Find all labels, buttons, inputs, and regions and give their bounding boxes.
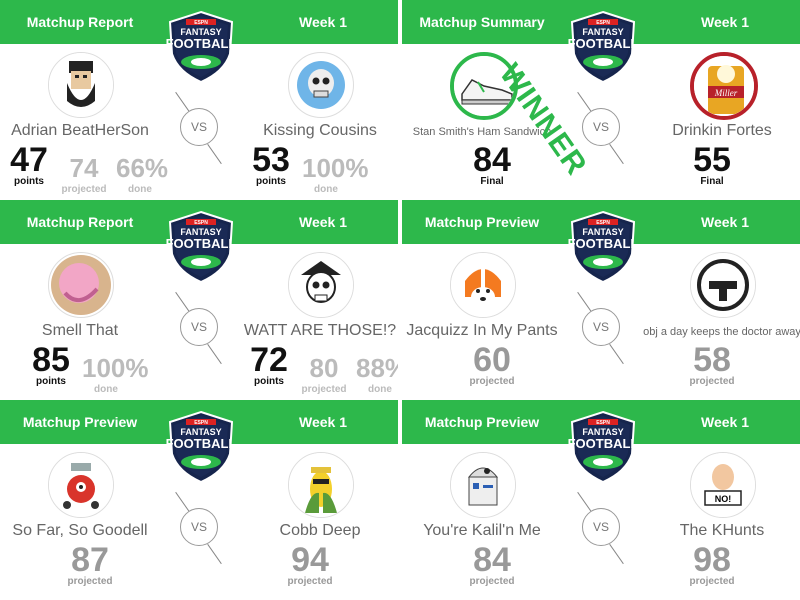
vs-badge: VS — [582, 308, 620, 346]
vs-badge: VS — [180, 508, 218, 546]
pirate-skull-icon[interactable] — [288, 252, 354, 318]
svg-text:FOOTBALL: FOOTBALL — [166, 36, 237, 51]
divider — [577, 291, 592, 313]
week-label: Week 1 — [299, 14, 347, 30]
svg-text:NO!: NO! — [715, 494, 732, 504]
vs-badge: VS — [582, 508, 620, 546]
divider — [207, 343, 222, 365]
matchup-card[interactable]: Matchup Report Week 1 ESPN FANTASY FOOTB… — [0, 200, 398, 398]
bearded-man-icon[interactable] — [48, 52, 114, 118]
svg-text:Miller: Miller — [714, 88, 738, 98]
done-percent: 88%done — [356, 353, 398, 395]
card-title: Matchup Report — [26, 14, 134, 30]
fantasy-football-logo: ESPN FANTASY FOOTBALL — [164, 410, 238, 484]
svg-text:ESPN: ESPN — [194, 220, 208, 226]
done-percent: 100% done — [302, 153, 369, 195]
matchup-grid: Matchup Report Week 1 ESPN FANTASY FOOTB… — [0, 0, 800, 600]
r2d2-icon[interactable] — [450, 452, 516, 518]
svg-text:FOOTBALL: FOOTBALL — [166, 436, 237, 451]
svg-text:ESPN: ESPN — [596, 220, 610, 226]
projected-score: 84 projected — [469, 541, 515, 587]
score: 47 points — [10, 141, 48, 187]
projected-score: 58 projected — [689, 341, 735, 387]
team-name[interactable]: Drinkin Fortes — [632, 122, 800, 140]
team-name[interactable]: You're Kalil'n Me — [402, 522, 572, 540]
projected-score: 98 projected — [689, 541, 735, 587]
svg-text:ESPN: ESPN — [194, 420, 208, 426]
divider — [577, 491, 592, 513]
beer-can-icon[interactable]: Miller — [690, 52, 758, 120]
svg-text:FOOTBALL: FOOTBALL — [568, 436, 639, 451]
card-title: Matchup Report — [26, 214, 134, 230]
team-name[interactable]: Kissing Cousins — [230, 122, 398, 140]
divider — [207, 143, 222, 165]
svg-text:ESPN: ESPN — [596, 20, 610, 26]
done-percent: 66% done — [116, 153, 169, 195]
divider — [175, 91, 190, 113]
team-name[interactable]: Jacquizz In My Pants — [402, 322, 572, 340]
no-man-icon[interactable]: NO! — [690, 452, 756, 518]
done-percent: 100% done — [82, 353, 149, 395]
divider — [175, 491, 190, 513]
projected-score: 94 projected — [287, 541, 333, 587]
divider — [175, 291, 190, 313]
divider — [207, 543, 222, 565]
score: 53 points — [252, 141, 290, 187]
matchup-card[interactable]: Matchup Report Week 1 ESPN FANTASY FOOTB… — [0, 0, 398, 198]
projected-score: 74 projected — [61, 153, 107, 195]
fantasy-football-logo: ESPN FANTASY FOOTBALL — [566, 10, 640, 84]
matchup-card[interactable]: Matchup Preview Week 1 ESPN FANTASY FOOT… — [402, 200, 800, 398]
svg-text:FOOTBALL: FOOTBALL — [166, 236, 237, 251]
dog-helmet-icon[interactable] — [450, 252, 516, 318]
matchup-card[interactable]: Matchup Preview Week 1 ESPN FANTASY FOOT… — [0, 400, 398, 598]
projected-score: 60 projected — [469, 341, 515, 387]
week-label: Week 1 — [701, 14, 749, 30]
team-name[interactable]: obj a day keeps the doctor away — [632, 326, 800, 338]
team-name[interactable]: Smell That — [0, 322, 170, 340]
fantasy-football-logo: ESPN FANTASY FOOTBALL — [164, 10, 238, 84]
vs-badge: VS — [180, 308, 218, 346]
team-name[interactable]: Cobb Deep — [230, 522, 398, 540]
spartan-helmet-icon[interactable] — [690, 252, 756, 318]
score: 72 points — [250, 341, 288, 387]
card-title: Matchup Preview — [424, 214, 540, 230]
divider — [609, 343, 624, 365]
divider — [577, 91, 592, 113]
svg-text:ESPN: ESPN — [596, 420, 610, 426]
card-title: Matchup Summary — [419, 14, 545, 30]
vs-badge: VS — [180, 108, 218, 146]
team-name[interactable]: So Far, So Goodell — [0, 522, 170, 540]
corn-cob-icon[interactable] — [288, 452, 354, 518]
week-label: Week 1 — [299, 214, 347, 230]
matchup-card[interactable]: Matchup Preview Week 1 ESPN FANTASY FOOT… — [402, 400, 800, 598]
projected-score: 87 projected — [67, 541, 113, 587]
team-name[interactable]: The KHunts — [632, 522, 800, 540]
team-name[interactable]: Adrian BeatHerSon — [0, 122, 170, 140]
team-name[interactable]: WATT ARE THOSE!? — [230, 322, 398, 340]
week-label: Week 1 — [701, 414, 749, 430]
fantasy-football-logo: ESPN FANTASY FOOTBALL — [566, 410, 640, 484]
fantasy-football-logo: ESPN FANTASY FOOTBALL — [164, 210, 238, 284]
week-label: Week 1 — [701, 214, 749, 230]
card-title: Matchup Preview — [424, 414, 540, 430]
matchup-card[interactable]: Matchup Summary Week 1 ESPN FANTASY FOOT… — [402, 0, 800, 198]
svg-text:FOOTBALL: FOOTBALL — [568, 236, 639, 251]
divider — [609, 143, 624, 165]
week-label: Week 1 — [299, 414, 347, 430]
projected-score: 80 projected — [301, 353, 347, 395]
score: 85 points — [32, 341, 70, 387]
blue-skull-icon[interactable] — [288, 52, 354, 118]
score: 84 Final — [473, 141, 511, 187]
pink-hand-icon[interactable] — [48, 252, 114, 318]
svg-text:ESPN: ESPN — [194, 20, 208, 26]
score: 55 Final — [693, 141, 731, 187]
divider — [609, 543, 624, 565]
card-title: Matchup Preview — [22, 414, 138, 430]
robot-icon[interactable] — [48, 452, 114, 518]
vs-badge: VS — [582, 108, 620, 146]
svg-text:FOOTBALL: FOOTBALL — [568, 36, 639, 51]
fantasy-football-logo: ESPN FANTASY FOOTBALL — [566, 210, 640, 284]
